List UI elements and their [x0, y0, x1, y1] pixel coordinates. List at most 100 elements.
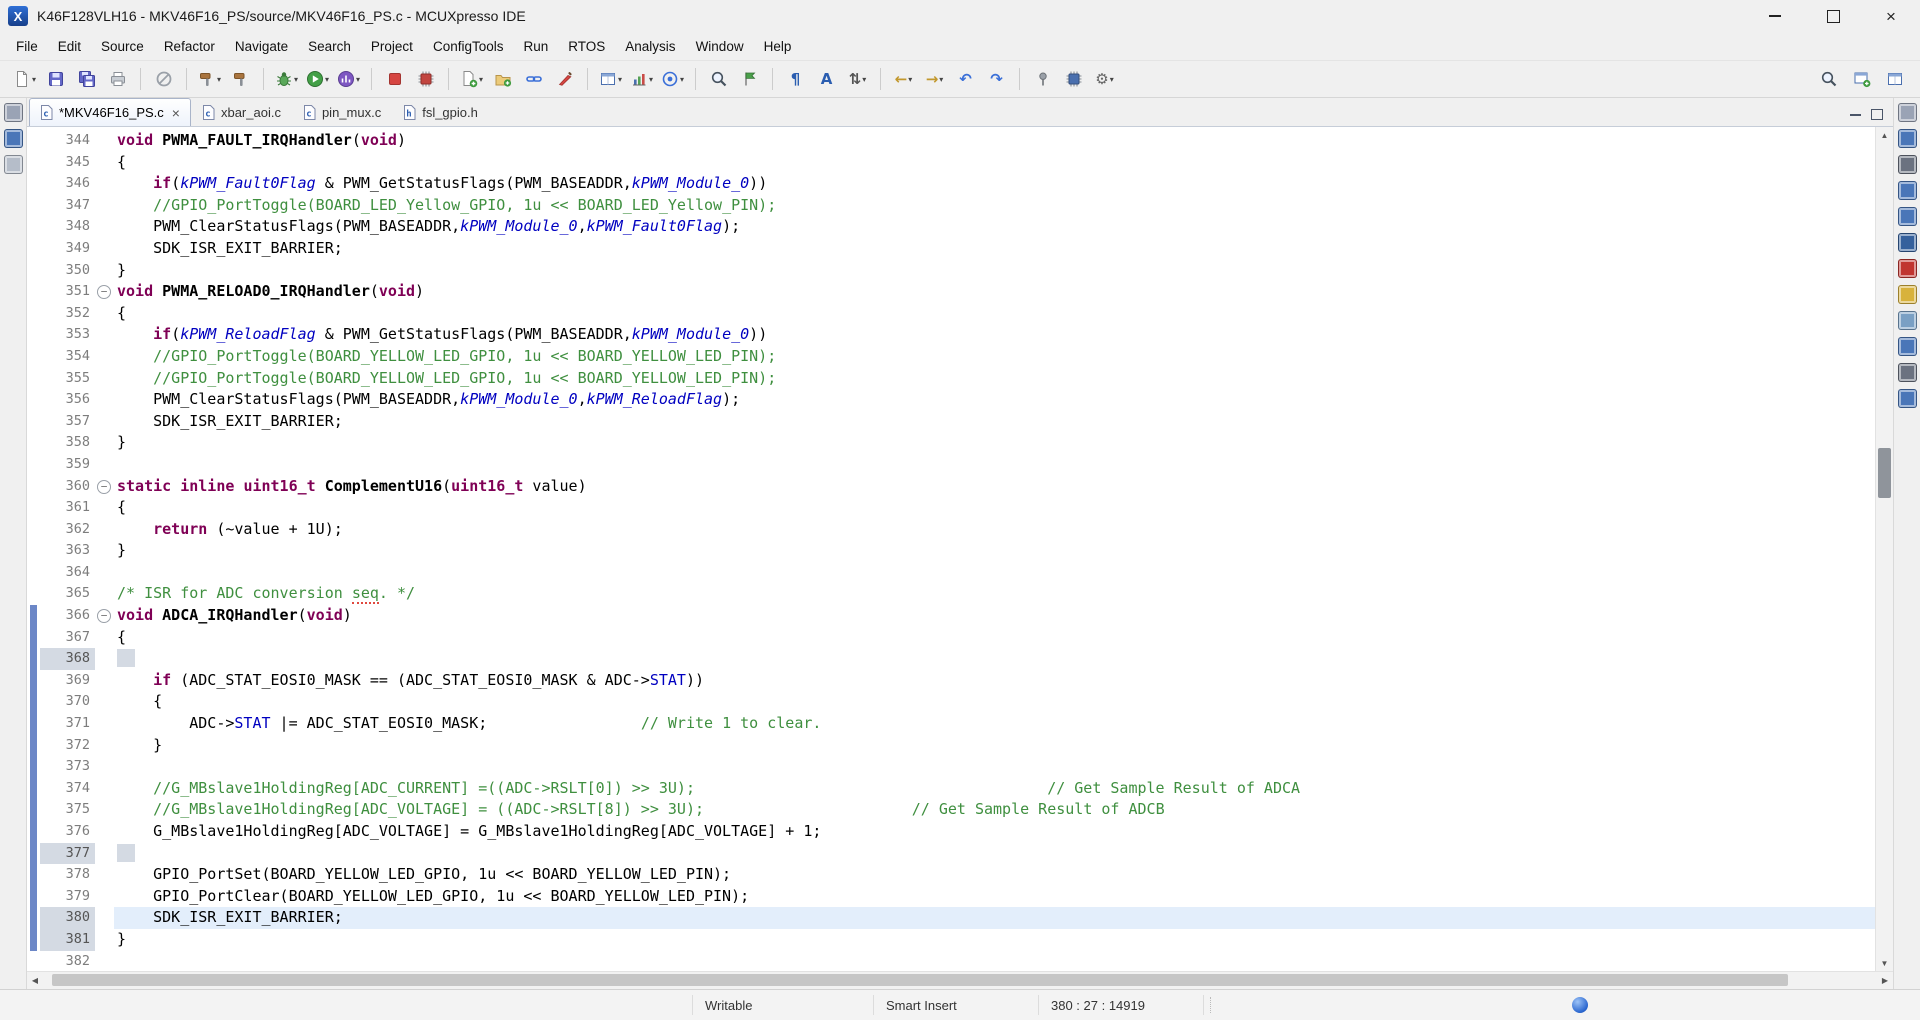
device-configuration-button[interactable]	[1058, 65, 1089, 93]
code-line[interactable]: }	[114, 540, 1875, 562]
code-line[interactable]: SDK_ISR_EXIT_BARRIER;	[114, 907, 1875, 929]
line-number[interactable]: 369	[40, 670, 95, 692]
bookmark-button[interactable]	[734, 65, 765, 93]
peripherals-view-min-icon[interactable]	[1897, 285, 1917, 304]
scroll-down-button[interactable]: ▼	[1876, 955, 1893, 971]
line-number[interactable]: 354	[40, 346, 95, 368]
link-with-editor-button[interactable]	[518, 65, 549, 93]
code-line[interactable]: void PWMA_RELOAD0_IRQHandler(void)	[114, 281, 1875, 303]
code-line[interactable]: GPIO_PortSet(BOARD_YELLOW_LED_GPIO, 1u <…	[114, 864, 1875, 886]
scroll-left-button[interactable]: ◀	[27, 972, 43, 988]
maximize-window-button[interactable]	[1804, 0, 1862, 32]
problems-view-min-icon[interactable]	[1897, 363, 1917, 382]
menu-help[interactable]: Help	[754, 34, 802, 59]
code-line[interactable]: }	[114, 432, 1875, 454]
line-number[interactable]: 358	[40, 432, 95, 454]
line-number[interactable]: 356	[40, 389, 95, 411]
pin-editor-button[interactable]	[1027, 65, 1058, 93]
fold-marker-icon[interactable]: −	[97, 479, 111, 494]
menu-run[interactable]: Run	[514, 34, 559, 59]
dropdown-arrow-icon[interactable]: ▾	[939, 75, 943, 84]
minimize-window-button[interactable]	[1746, 0, 1804, 32]
line-number[interactable]: 371	[40, 713, 95, 735]
build-button[interactable]: ▾	[194, 65, 225, 93]
background-progress-icon[interactable]	[1572, 997, 1588, 1013]
format-source-button[interactable]: A	[811, 65, 842, 93]
open-perspective-button[interactable]	[1846, 65, 1877, 93]
maximize-editor-button[interactable]	[1871, 109, 1883, 120]
analysis-tools-button[interactable]: ▾	[626, 65, 657, 93]
dropdown-arrow-icon[interactable]: ▾	[479, 75, 483, 84]
code-line[interactable]: PWM_ClearStatusFlags(PWM_BASEADDR,kPWM_M…	[114, 389, 1875, 411]
code-line[interactable]: static inline uint16_t ComplementU16(uin…	[114, 476, 1875, 498]
develop-perspective-button[interactable]	[1879, 65, 1910, 93]
heap-stack-view-min-icon[interactable]	[1897, 207, 1917, 226]
close-window-button[interactable]: ×	[1862, 0, 1920, 32]
undo-button[interactable]: ↶	[950, 65, 981, 93]
dropdown-arrow-icon[interactable]: ▾	[217, 75, 221, 84]
code-line[interactable]: }	[114, 735, 1875, 757]
code-line[interactable]: //G_MBslave1HoldingReg[ADC_CURRENT] =((A…	[114, 778, 1875, 800]
code-line[interactable]: //GPIO_PortToggle(BOARD_LED_Yellow_GPIO,…	[114, 195, 1875, 217]
code-lines[interactable]: 344 void PWMA_FAULT_IRQHandler(void) 345{3…	[27, 127, 1875, 971]
line-number[interactable]: 366	[40, 605, 95, 627]
code-line[interactable]: //GPIO_PortToggle(BOARD_YELLOW_LED_GPIO,…	[114, 368, 1875, 390]
redo-button[interactable]: ↷	[981, 65, 1012, 93]
code-line[interactable]: return (~value + 1U);	[114, 519, 1875, 541]
memory-view-min-icon[interactable]	[1897, 181, 1917, 200]
faults-view-min-icon[interactable]	[1897, 259, 1917, 278]
code-line[interactable]: PWM_ClearStatusFlags(PWM_BASEADDR,kPWM_M…	[114, 216, 1875, 238]
new-project-button[interactable]	[487, 65, 518, 93]
line-number[interactable]: 346	[40, 173, 95, 195]
code-line[interactable]	[114, 648, 1875, 670]
search-button[interactable]	[703, 65, 734, 93]
code-line[interactable]: SDK_ISR_EXIT_BARRIER;	[114, 238, 1875, 260]
horizontal-scrollbar[interactable]: ◀ ▶	[27, 971, 1893, 989]
code-line[interactable]: {	[114, 627, 1875, 649]
ide-utilities-button[interactable]	[549, 65, 580, 93]
line-number[interactable]: 368	[40, 648, 95, 670]
menu-configtools[interactable]: ConfigTools	[423, 34, 514, 59]
line-number[interactable]: 372	[40, 735, 95, 757]
line-number[interactable]: 353	[40, 324, 95, 346]
line-number[interactable]: 379	[40, 886, 95, 908]
new-source-file-button[interactable]: ▾	[456, 65, 487, 93]
line-number[interactable]: 344	[40, 130, 95, 152]
power-view-min-icon[interactable]	[1897, 311, 1917, 330]
swo-view-min-icon[interactable]	[1897, 337, 1917, 356]
settings-button[interactable]: ⚙ ▾	[1089, 65, 1120, 93]
restore-right-view-icon[interactable]	[1897, 103, 1917, 122]
code-line[interactable]: if(kPWM_ReloadFlag & PWM_GetStatusFlags(…	[114, 324, 1875, 346]
tab-xbaraoic[interactable]: c xbar_aoi.c	[191, 98, 292, 126]
code-line[interactable]: //G_MBslave1HoldingReg[ADC_VOLTAGE] = ((…	[114, 799, 1875, 821]
line-number[interactable]: 347	[40, 195, 95, 217]
dropdown-arrow-icon[interactable]: ▾	[294, 75, 298, 84]
save-button[interactable]	[40, 65, 71, 93]
code-line[interactable]: GPIO_PortClear(BOARD_YELLOW_LED_GPIO, 1u…	[114, 886, 1875, 908]
menu-refactor[interactable]: Refactor	[154, 34, 225, 59]
line-number[interactable]: 357	[40, 411, 95, 433]
code-line[interactable]: {	[114, 497, 1875, 519]
vertical-scrollbar[interactable]: ▲ ▼	[1875, 127, 1893, 971]
line-number[interactable]: 360	[40, 476, 95, 498]
code-line[interactable]	[114, 951, 1875, 971]
flash-program-button[interactable]	[410, 65, 441, 93]
line-number[interactable]: 382	[40, 951, 95, 971]
dropdown-arrow-icon[interactable]: ▾	[325, 75, 329, 84]
scroll-up-button[interactable]: ▲	[1876, 127, 1893, 143]
code-line[interactable]: void ADCA_IRQHandler(void)	[114, 605, 1875, 627]
menu-search[interactable]: Search	[298, 34, 361, 59]
horizontal-scroll-thumb[interactable]	[52, 974, 1788, 986]
code-line[interactable]: }	[114, 260, 1875, 282]
new-wizard-button[interactable]: ▾	[9, 65, 40, 93]
line-number[interactable]: 355	[40, 368, 95, 390]
line-number[interactable]: 362	[40, 519, 95, 541]
line-number[interactable]: 381	[40, 928, 95, 951]
code-line[interactable]	[114, 756, 1875, 778]
menu-source[interactable]: Source	[91, 34, 154, 59]
debug-button[interactable]: ▾	[271, 65, 302, 93]
dropdown-arrow-icon[interactable]: ▾	[680, 75, 684, 84]
fold-marker-icon[interactable]: −	[97, 609, 111, 624]
open-element-button[interactable]: ▾	[595, 65, 626, 93]
code-line[interactable]: }	[114, 929, 1875, 951]
